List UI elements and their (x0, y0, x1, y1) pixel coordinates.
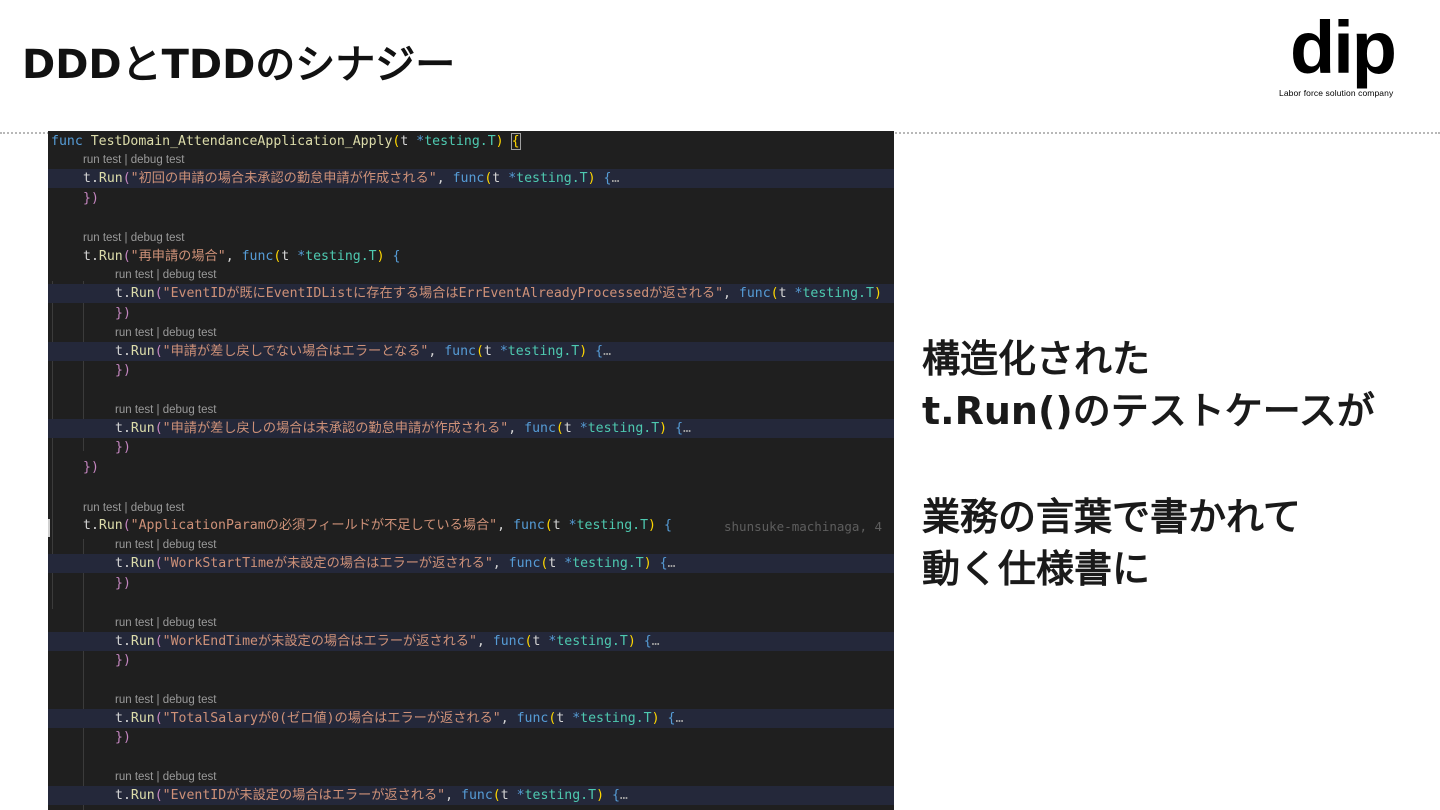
code-line-close: }) (83, 191, 99, 206)
fold-ellipsis-icon[interactable]: … (668, 556, 676, 571)
slide-title: DDDとTDDのシナジー (22, 42, 456, 88)
fold-ellipsis-icon[interactable]: … (620, 788, 628, 803)
code-line-test-run: t.Run("申請が差し戻しの場合は未承認の勤怠申請が作成される", func(… (48, 419, 894, 438)
fold-ellipsis-icon[interactable]: … (683, 421, 691, 436)
caption-line-3: 業務の言葉で書かれて (922, 495, 1301, 539)
code-lens[interactable]: run test | debug test (83, 230, 184, 246)
code-line-test-run: t.Run("EventIDが未設定の場合はエラーが返される", func(t … (48, 786, 894, 805)
code-line-test-run: t.Run("初回の申請の場合未承認の勤怠申請が作成される", func(t *… (48, 169, 894, 188)
code-line-test-run: t.Run("再申請の場合", func(t *testing.T) { (83, 249, 401, 264)
logo-wordmark: dip (1290, 6, 1397, 89)
code-lens[interactable]: run test | debug test (115, 769, 216, 785)
fold-ellipsis-icon[interactable]: … (652, 634, 660, 649)
code-line-test-run: t.Run("EventIDが既にEventIDListに存在する場合はErrE… (48, 284, 894, 303)
code-lens[interactable]: run test | debug test (115, 267, 216, 283)
code-lens[interactable]: run test | debug test (83, 500, 184, 516)
code-line-close: }) (83, 460, 99, 475)
code-line-func-decl: func TestDomain_AttendanceApplication_Ap… (51, 133, 521, 150)
logo-tagline: Labor force solution company (1279, 88, 1394, 98)
code-line-close: }) (115, 440, 131, 455)
code-line-test-run: t.Run("WorkStartTimeが未設定の場合はエラーが返される", f… (48, 554, 894, 573)
code-line-test-run: t.Run("申請が差し戻しでない場合はエラーとなる", func(t *tes… (48, 342, 894, 361)
code-editor-screenshot: func TestDomain_AttendanceApplication_Ap… (48, 131, 894, 810)
code-line-close: }) (115, 576, 131, 591)
fold-ellipsis-icon[interactable]: … (603, 344, 611, 359)
caption-line-2: t.Run()のテストケースが (922, 389, 1375, 433)
code-line-close: }) (115, 306, 131, 321)
code-line-close: }) (115, 363, 131, 378)
code-lens[interactable]: run test | debug test (115, 537, 216, 553)
company-logo: dip Labor force solution company (1276, 8, 1412, 100)
code-line-close: }) (115, 730, 131, 745)
code-lens[interactable]: run test | debug test (83, 152, 184, 168)
caption-line-4: 動く仕様書に (922, 547, 1151, 591)
code-line-test-run: t.Run("TotalSalaryが0(ゼロ値)の場合はエラーが返される", … (48, 709, 894, 728)
code-lens[interactable]: run test | debug test (115, 402, 216, 418)
caption-line-1: 構造化された (922, 337, 1151, 381)
code-lens[interactable]: run test | debug test (115, 615, 216, 631)
git-blame-annotation: shunsuke-machinaga, 4 (724, 519, 883, 534)
code-lens[interactable]: run test | debug test (115, 325, 216, 341)
fold-ellipsis-icon[interactable]: … (675, 711, 683, 726)
code-line-test-run: t.Run("WorkEndTimeが未設定の場合はエラーが返される", fun… (48, 632, 894, 651)
code-line-close: }) (115, 653, 131, 668)
fold-ellipsis-icon[interactable]: … (611, 171, 619, 186)
code-lens[interactable]: run test | debug test (115, 692, 216, 708)
